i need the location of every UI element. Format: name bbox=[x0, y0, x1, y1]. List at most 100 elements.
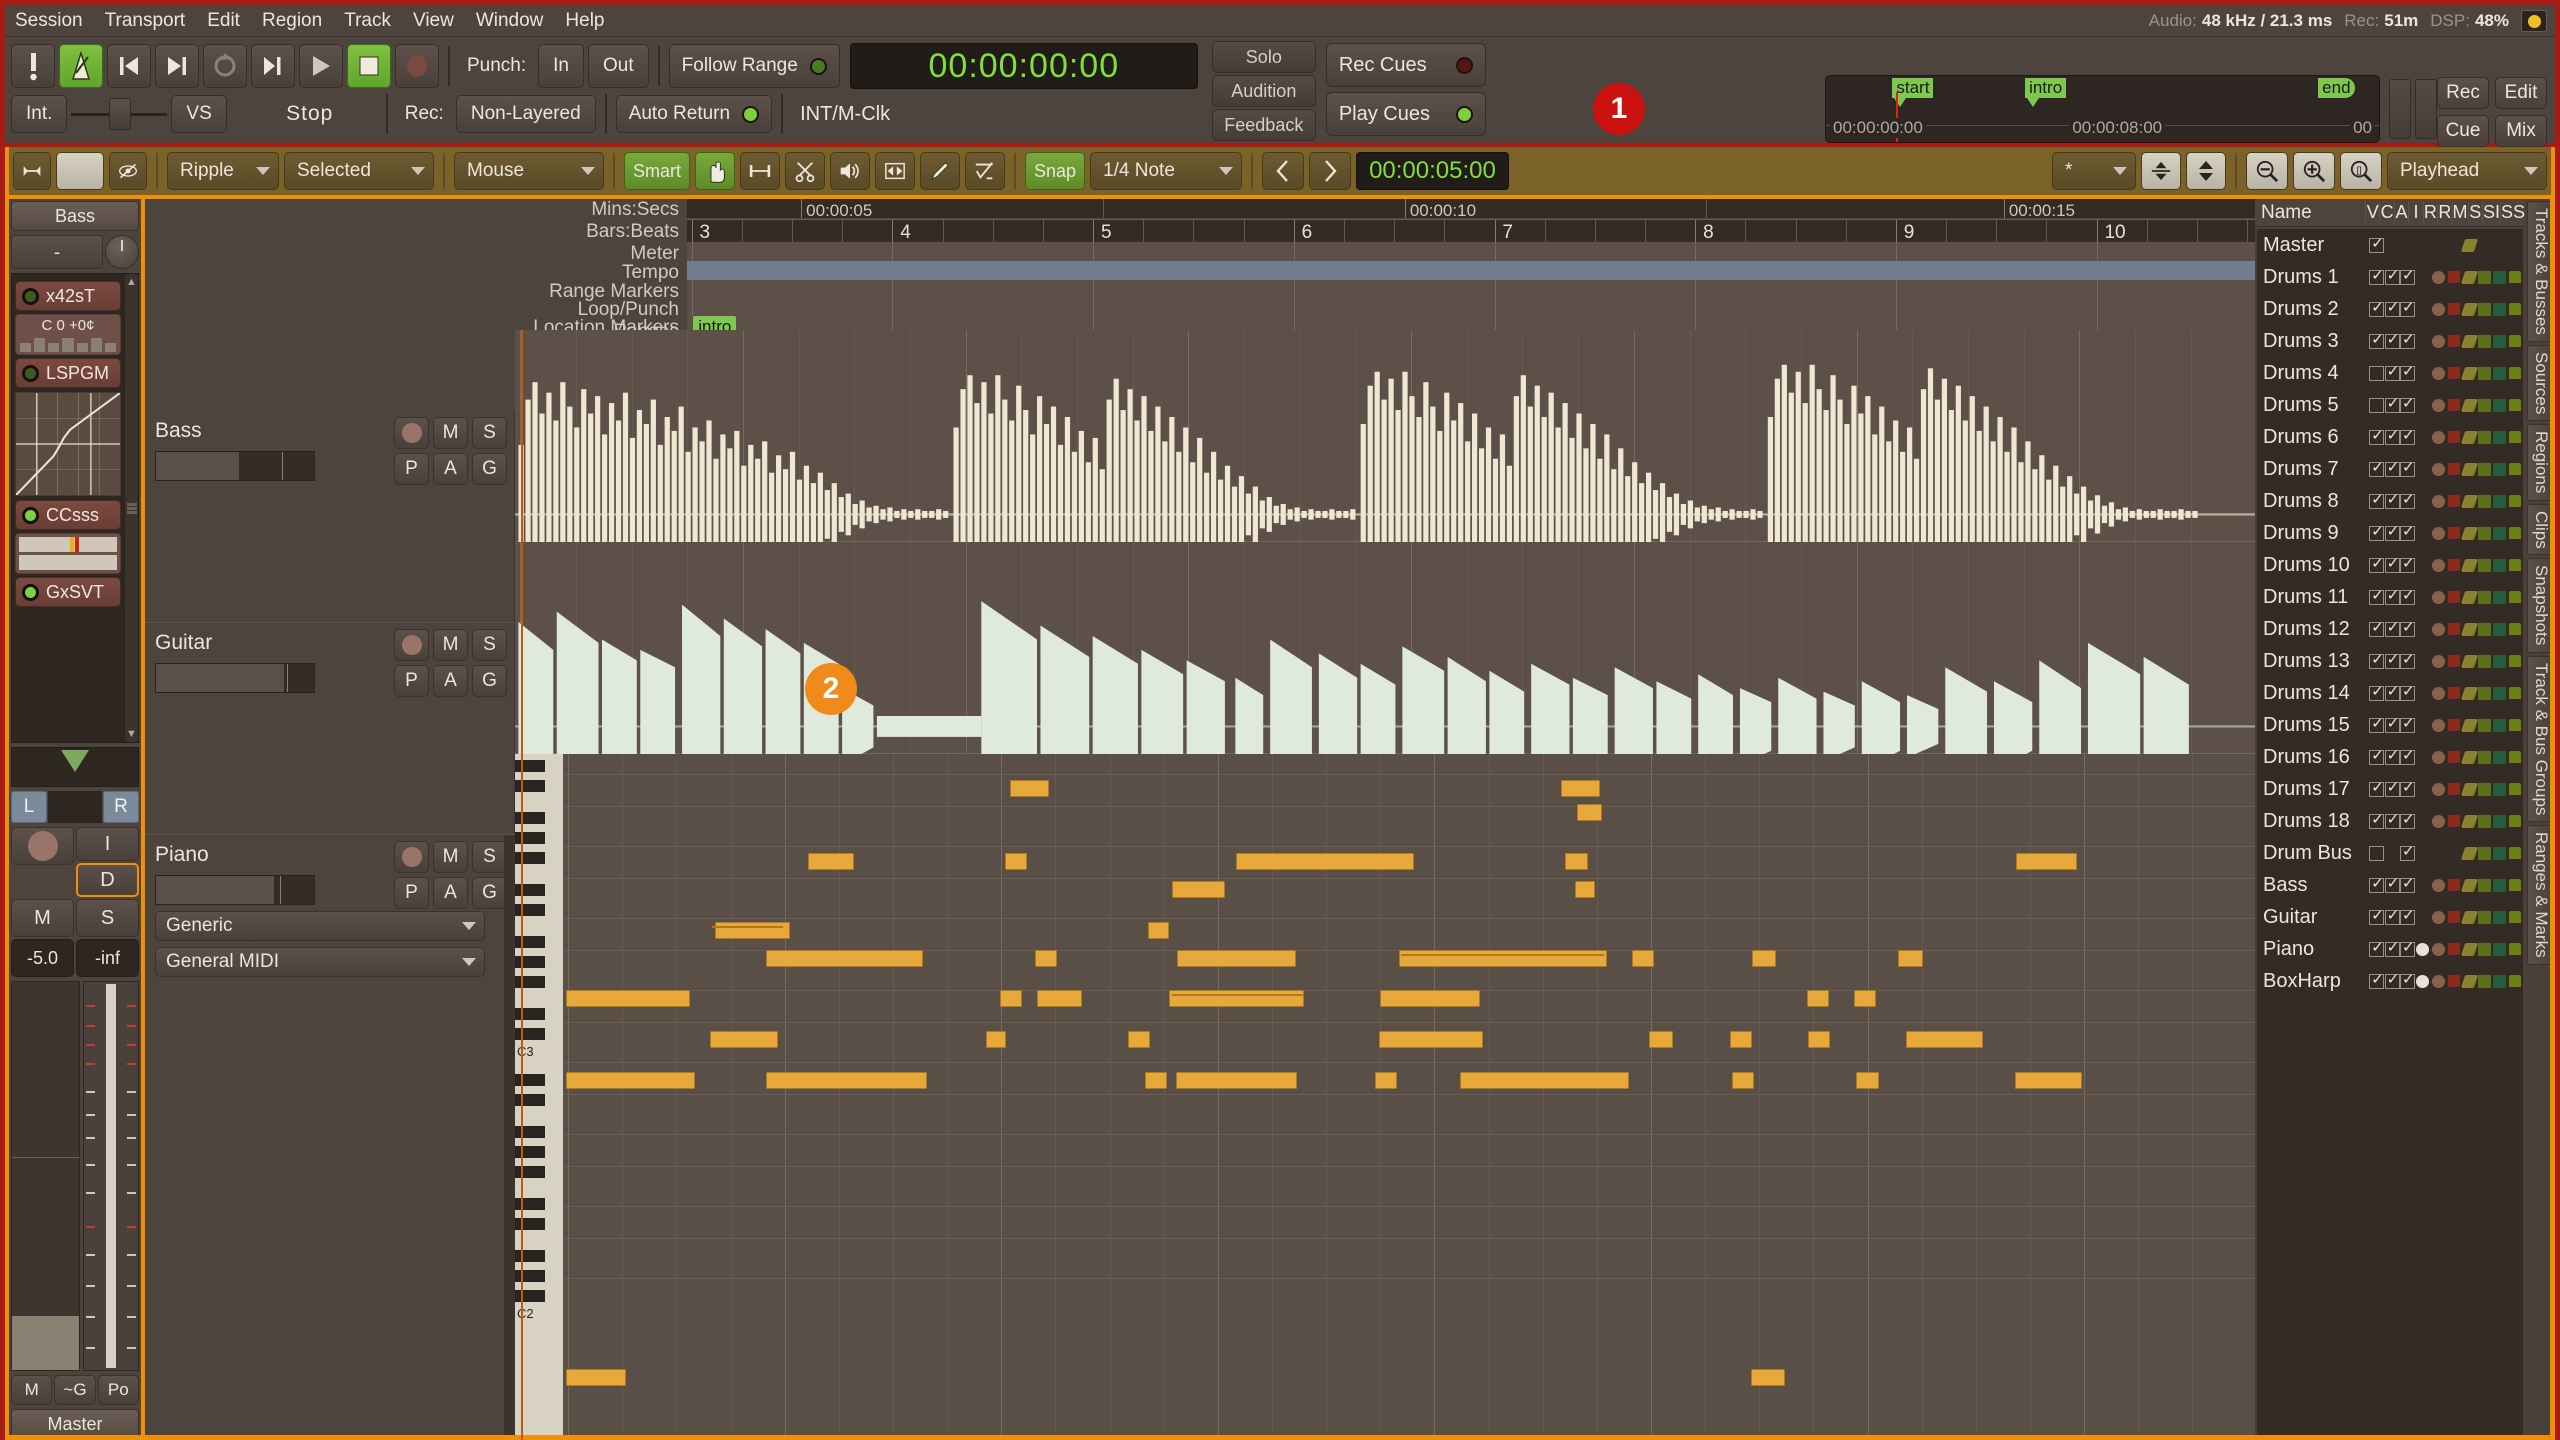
track-list-row[interactable]: Drums 3 bbox=[2257, 325, 2523, 357]
cell-visible[interactable] bbox=[2369, 618, 2385, 637]
midi-note[interactable] bbox=[1808, 1031, 1831, 1048]
track-mute-button[interactable]: M bbox=[433, 629, 468, 661]
cell-record[interactable] bbox=[2431, 814, 2446, 828]
track-playlist-button[interactable]: P bbox=[394, 877, 429, 909]
cell-solo[interactable] bbox=[2477, 686, 2492, 700]
cell-record-safe[interactable] bbox=[2446, 399, 2461, 411]
cell-solo[interactable] bbox=[2477, 302, 2492, 316]
midi-note[interactable] bbox=[1649, 1031, 1673, 1048]
track-list-row[interactable]: Drums 16 bbox=[2257, 741, 2523, 773]
cell-record-safe[interactable] bbox=[2446, 815, 2461, 827]
range-tool-icon[interactable] bbox=[740, 152, 781, 190]
cell-solo[interactable] bbox=[2477, 590, 2492, 604]
cell-mute[interactable] bbox=[2460, 366, 2478, 380]
track-list-rows[interactable]: Master Drums 1 Drums 2 Drums 3 Drums 4 Drums … bbox=[2257, 229, 2523, 1439]
midi-note[interactable] bbox=[1750, 1369, 1785, 1386]
cell-visible[interactable] bbox=[2369, 714, 2385, 733]
cell-solo[interactable] bbox=[2477, 942, 2492, 956]
cell-record[interactable] bbox=[2431, 462, 2446, 476]
cell-visible[interactable] bbox=[2369, 778, 2385, 797]
cell-solo-iso[interactable] bbox=[2492, 334, 2507, 348]
midi-note[interactable] bbox=[1036, 990, 1083, 1007]
expand-horizontal-icon[interactable] bbox=[13, 152, 51, 190]
cell-solo-safe[interactable] bbox=[2508, 751, 2523, 763]
draw-tool-icon[interactable] bbox=[920, 152, 961, 190]
track-list-row[interactable]: Piano bbox=[2257, 933, 2523, 965]
cell-visible[interactable] bbox=[2369, 426, 2385, 445]
cell-record-safe[interactable] bbox=[2446, 687, 2461, 699]
cell-visible[interactable] bbox=[2369, 810, 2385, 829]
cell-solo-safe[interactable] bbox=[2508, 911, 2523, 923]
cell-record[interactable] bbox=[2431, 366, 2446, 380]
menu-item-edit[interactable]: Edit bbox=[207, 10, 240, 32]
track-solo-button[interactable]: S bbox=[472, 841, 507, 873]
cell-mute[interactable] bbox=[2460, 814, 2478, 828]
fit-tracks-icon[interactable] bbox=[2141, 152, 2181, 190]
cell-visible[interactable] bbox=[2369, 234, 2385, 253]
midi-note[interactable] bbox=[1168, 990, 1305, 1007]
cell-record-safe[interactable] bbox=[2446, 719, 2461, 731]
cell-solo-safe[interactable] bbox=[2508, 655, 2523, 667]
mini-marker-intro[interactable]: intro bbox=[2025, 78, 2067, 107]
cell-record-safe[interactable] bbox=[2446, 495, 2461, 507]
cell-solo-iso[interactable] bbox=[2492, 750, 2507, 764]
cell-audio[interactable] bbox=[2400, 586, 2416, 605]
ruler-meter[interactable] bbox=[687, 242, 2255, 261]
eye-slash-icon[interactable] bbox=[109, 152, 147, 190]
cell-solo-iso[interactable] bbox=[2492, 366, 2507, 380]
cell-solo[interactable] bbox=[2477, 270, 2492, 284]
cell-solo-iso[interactable] bbox=[2492, 910, 2507, 924]
midi-note[interactable] bbox=[1632, 950, 1655, 967]
cell-visible[interactable] bbox=[2369, 365, 2385, 381]
cell-solo-safe[interactable] bbox=[2508, 847, 2523, 859]
cell-audio[interactable] bbox=[2400, 298, 2416, 317]
midi-note[interactable] bbox=[1375, 1072, 1398, 1089]
track-lane-bass[interactable] bbox=[515, 330, 2255, 665]
cell-visible[interactable] bbox=[2369, 874, 2385, 893]
track-list-row[interactable]: Guitar bbox=[2257, 901, 2523, 933]
cell-solo-iso[interactable] bbox=[2492, 590, 2507, 604]
cell-audio[interactable] bbox=[2400, 650, 2416, 669]
follow-range-button[interactable]: Follow Range bbox=[668, 44, 840, 88]
col-header-r1[interactable]: R bbox=[2422, 202, 2437, 223]
pan-right-label[interactable]: R bbox=[103, 791, 139, 823]
midi-note[interactable] bbox=[1009, 780, 1049, 797]
cell-record[interactable] bbox=[2431, 558, 2446, 572]
cell-audio[interactable] bbox=[2400, 906, 2416, 925]
cell-solo-safe[interactable] bbox=[2508, 879, 2523, 891]
cell-audio[interactable] bbox=[2400, 522, 2416, 541]
rec-cues-button[interactable]: Rec Cues bbox=[1325, 43, 1486, 87]
cell-record[interactable] bbox=[2431, 526, 2446, 540]
cell-active[interactable] bbox=[2384, 362, 2400, 381]
cell-active[interactable] bbox=[2384, 426, 2400, 445]
cell-solo[interactable] bbox=[2477, 814, 2492, 828]
solo-indicator[interactable]: Solo bbox=[1211, 41, 1316, 73]
ruler-loop-punch[interactable] bbox=[687, 298, 2255, 316]
strip-mute-small-button[interactable]: M bbox=[11, 1375, 53, 1405]
cell-solo[interactable] bbox=[2477, 910, 2492, 924]
cell-audio[interactable] bbox=[2400, 394, 2416, 413]
track-list-row[interactable]: Drums 11 bbox=[2257, 581, 2523, 613]
cell-audio[interactable] bbox=[2400, 970, 2416, 989]
ruler-label-barsbeats[interactable]: Bars:Beats bbox=[515, 221, 687, 243]
cell-solo-iso[interactable] bbox=[2492, 718, 2507, 732]
cell-solo-safe[interactable] bbox=[2508, 783, 2523, 795]
chevron-right-icon[interactable] bbox=[1309, 152, 1352, 190]
midi-note[interactable] bbox=[1730, 1031, 1753, 1048]
cell-visible[interactable] bbox=[2369, 845, 2385, 861]
track-list-row[interactable]: Drums 2 bbox=[2257, 293, 2523, 325]
feedback-indicator[interactable]: Feedback bbox=[1211, 109, 1316, 141]
cell-mute[interactable] bbox=[2460, 558, 2478, 572]
midi-note[interactable] bbox=[1574, 881, 1596, 898]
cell-active[interactable] bbox=[2384, 586, 2400, 605]
midi-note[interactable] bbox=[715, 922, 790, 939]
cell-active[interactable] bbox=[2384, 394, 2400, 413]
col-header-c[interactable]: C bbox=[2379, 202, 2394, 223]
zoom-out-icon[interactable] bbox=[2246, 152, 2288, 190]
mini-marker-start[interactable]: start bbox=[1892, 78, 1934, 107]
cell-mute[interactable] bbox=[2460, 942, 2478, 956]
cell-active[interactable] bbox=[2384, 906, 2400, 925]
cell-solo[interactable] bbox=[2477, 366, 2492, 380]
cell-visible[interactable] bbox=[2369, 298, 2385, 317]
cell-active[interactable] bbox=[2384, 778, 2400, 797]
